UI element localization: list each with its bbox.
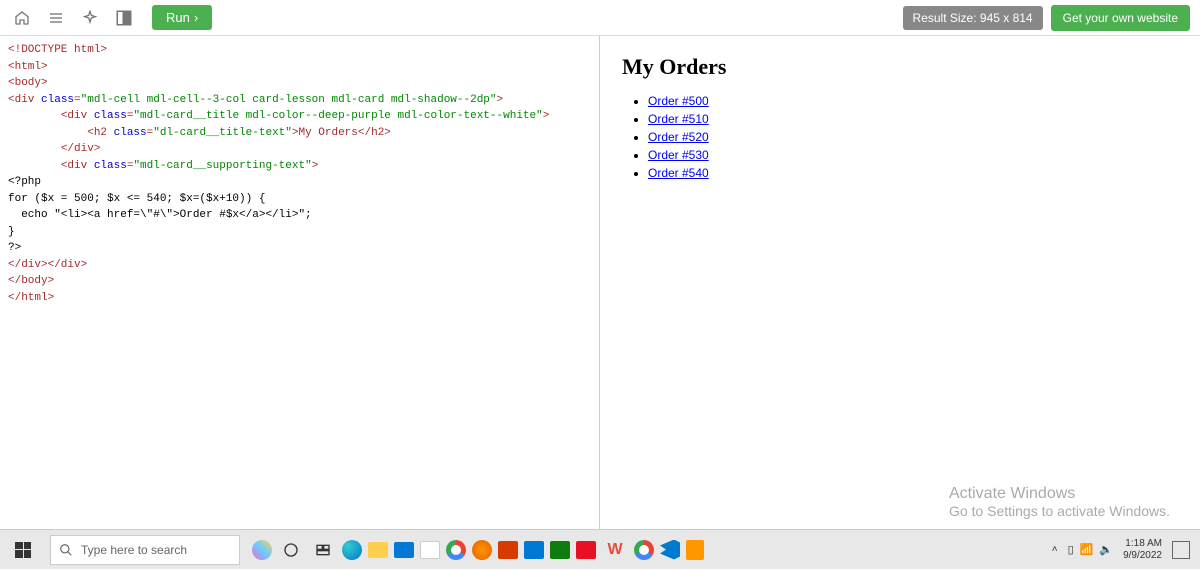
code-line: <h2 — [87, 127, 113, 139]
app-icon[interactable] — [498, 541, 518, 559]
list-item: Order #500 — [648, 92, 1178, 110]
watermark-line1: Activate Windows — [949, 485, 1170, 503]
code-line: <div — [61, 110, 94, 122]
toolbar: Run › Result Size: 945 x 814 Get your ow… — [0, 0, 1200, 36]
code-attr: class — [94, 160, 127, 172]
indent — [8, 127, 87, 139]
code-line: </body> — [8, 275, 54, 287]
app-icon[interactable] — [524, 541, 544, 559]
indent — [8, 143, 61, 155]
code-line: <!DOCTYPE html> — [8, 44, 107, 56]
code-attr: class — [94, 110, 127, 122]
search-icon — [59, 543, 73, 557]
search-placeholder: Type here to search — [81, 543, 187, 557]
explorer-icon[interactable] — [368, 542, 388, 558]
code-line: ?> — [8, 242, 21, 254]
code-line: echo "<li><a href=\"#\">Order #$x</a></l… — [8, 209, 312, 221]
get-website-button[interactable]: Get your own website — [1051, 5, 1190, 31]
list-item: Order #510 — [648, 110, 1178, 128]
chevron-right-icon: › — [194, 10, 198, 25]
chrome-icon[interactable] — [634, 540, 654, 560]
order-link[interactable]: Order #520 — [648, 130, 709, 144]
list-item: Order #530 — [648, 146, 1178, 164]
app-icon[interactable] — [576, 541, 596, 559]
code-close: > — [543, 110, 550, 122]
home-icon[interactable] — [10, 6, 34, 30]
run-label: Run — [166, 10, 190, 25]
windows-logo-icon — [15, 542, 31, 558]
code-str: "mdl-cell mdl-cell--3-col card-lesson md… — [81, 94, 497, 106]
code-str: "mdl-card__supporting-text" — [133, 160, 311, 172]
wps-icon[interactable]: W — [602, 537, 628, 563]
volume-icon[interactable]: 🔈 — [1099, 543, 1113, 556]
preview-heading: My Orders — [622, 54, 1178, 80]
notifications-icon[interactable] — [1172, 541, 1190, 559]
code-line: </div></div> — [8, 259, 87, 271]
battery-icon[interactable]: ▯ — [1068, 543, 1074, 556]
orders-list: Order #500 Order #510 Order #520 Order #… — [622, 92, 1178, 182]
app-icon[interactable] — [550, 541, 570, 559]
code-eq: = — [74, 94, 81, 106]
run-button[interactable]: Run › — [152, 5, 212, 30]
task-view-icon[interactable] — [310, 537, 336, 563]
indent — [8, 160, 61, 172]
order-link[interactable]: Order #540 — [648, 166, 709, 180]
clock-time: 1:18 AM — [1123, 538, 1162, 550]
code-line: <div — [61, 160, 94, 172]
list-item: Order #540 — [648, 164, 1178, 182]
cortana-icon[interactable] — [278, 537, 304, 563]
order-link[interactable]: Order #530 — [648, 148, 709, 162]
order-link[interactable]: Order #510 — [648, 112, 709, 126]
copilot-icon[interactable] — [252, 540, 272, 560]
list-item: Order #520 — [648, 128, 1178, 146]
clock-date: 9/9/2022 — [1123, 550, 1162, 562]
tray-icons: ▯ 📶 🔈 — [1068, 543, 1113, 556]
taskbar-clock[interactable]: 1:18 AM 9/9/2022 — [1123, 538, 1162, 562]
indent — [8, 110, 61, 122]
windows-taskbar: Type here to search W ˄ ▯ 📶 🔈 1:18 AM 9/… — [0, 529, 1200, 569]
wifi-icon[interactable]: 📶 — [1080, 543, 1094, 556]
code-line: </div> — [61, 143, 101, 155]
code-line: } — [8, 226, 15, 238]
order-link[interactable]: Order #500 — [648, 94, 709, 108]
preview-pane: My Orders Order #500 Order #510 Order #5… — [600, 36, 1200, 529]
store-icon[interactable] — [420, 541, 440, 559]
chrome-icon[interactable] — [446, 540, 466, 560]
main-split: <!DOCTYPE html> <html> <body> <div class… — [0, 36, 1200, 529]
code-line: <html> — [8, 61, 48, 73]
code-str: "dl-card__title-text" — [153, 127, 292, 139]
code-line: <body> — [8, 77, 48, 89]
code-str: "mdl-card__title mdl-color--deep-purple … — [133, 110, 542, 122]
code-line: <div — [8, 94, 41, 106]
mail-icon[interactable] — [394, 542, 414, 558]
taskbar-search[interactable]: Type here to search — [50, 535, 240, 565]
code-close: > — [312, 160, 319, 172]
vscode-icon[interactable] — [660, 540, 680, 560]
system-tray: ˄ ▯ 📶 🔈 1:18 AM 9/9/2022 — [1052, 538, 1200, 562]
edge-icon[interactable] — [342, 540, 362, 560]
code-line: <?php — [8, 176, 41, 188]
result-size-label: Result Size: 945 x 814 — [903, 6, 1043, 30]
windows-watermark: Activate Windows Go to Settings to activ… — [949, 485, 1170, 519]
firefox-icon[interactable] — [472, 540, 492, 560]
orientation-icon[interactable] — [112, 6, 136, 30]
code-line: for ($x = 500; $x <= 540; $x=($x+10)) { — [8, 193, 265, 205]
watermark-line2: Go to Settings to activate Windows. — [949, 503, 1170, 519]
start-button[interactable] — [0, 530, 46, 570]
sublime-icon[interactable] — [686, 540, 704, 560]
theme-icon[interactable] — [78, 6, 102, 30]
code-attr: class — [41, 94, 74, 106]
code-close: >My Orders</h2> — [292, 127, 391, 139]
code-line: </html> — [8, 292, 54, 304]
code-close: > — [497, 94, 504, 106]
code-editor[interactable]: <!DOCTYPE html> <html> <body> <div class… — [0, 36, 600, 529]
menu-icon[interactable] — [44, 6, 68, 30]
tray-chevron-icon[interactable]: ˄ — [1052, 544, 1058, 555]
code-attr: class — [114, 127, 147, 139]
taskbar-apps: W — [252, 537, 704, 563]
